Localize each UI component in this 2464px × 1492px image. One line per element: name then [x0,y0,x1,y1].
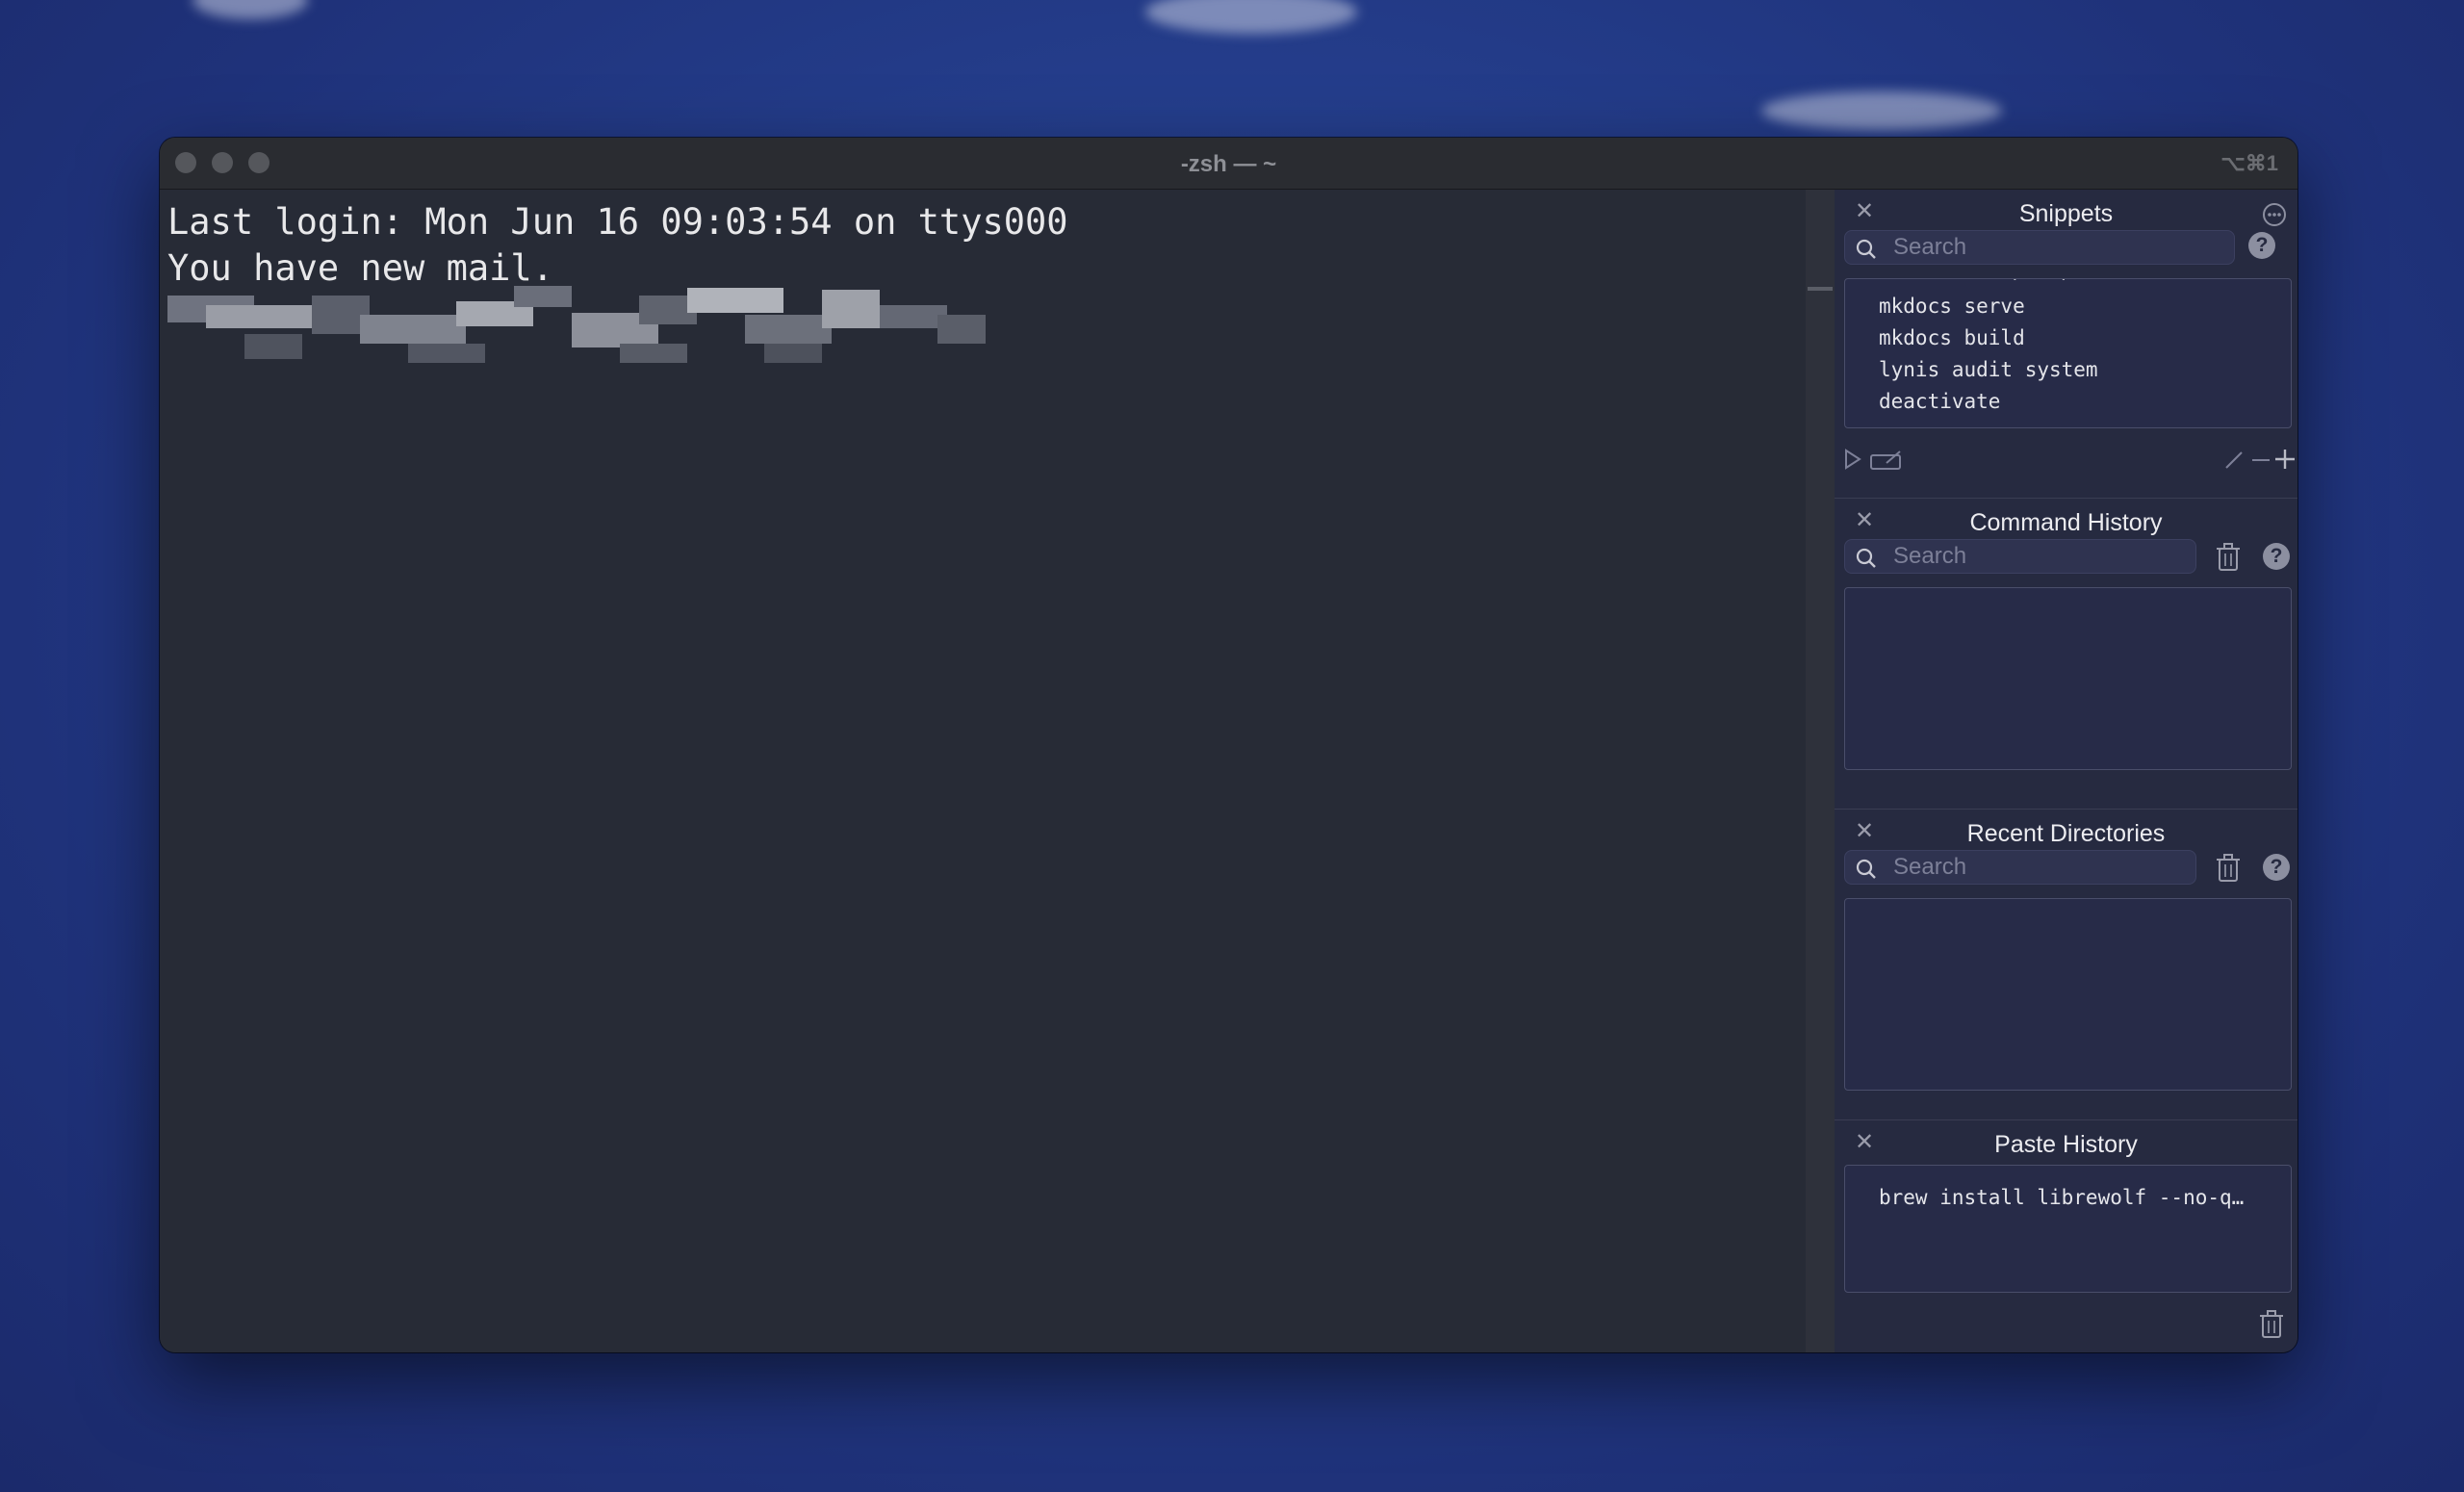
command-history-search-input[interactable] [1893,542,2163,571]
help-icon[interactable]: ? [2263,854,2290,881]
help-icon[interactable]: ? [2263,543,2290,570]
toolbelt-sidebar: ✕ Snippets ? source venv/bin/activate mk… [1835,190,2297,1352]
recent-directories-search-input[interactable] [1893,853,2163,882]
snippets-list[interactable]: source venv/bin/activate mkdocs serve mk… [1844,278,2292,428]
list-item[interactable]: mkdocs serve [1845,291,2291,322]
minus-icon[interactable] [2250,450,2272,471]
desktop-cloud [1145,0,1357,34]
command-history-title: Command History [1969,509,2163,536]
list-item[interactable]: deactivate [1845,386,2291,418]
terminal-line: Last login: Mon Jun 16 09:03:54 on ttys0… [167,201,1068,243]
help-icon[interactable]: ? [2248,232,2275,259]
recent-directories-search[interactable] [1844,850,2196,885]
ellipsis-menu-icon[interactable] [2261,201,2288,228]
paste-history-list[interactable]: brew install librewolf --no-q… [1844,1165,2292,1293]
plus-icon[interactable] [2273,448,2297,471]
desktop-cloud [192,0,308,19]
trash-icon[interactable] [2259,1310,2284,1339]
redacted-prompt [167,286,986,373]
snippets-search[interactable] [1844,230,2235,265]
search-icon [1856,239,1876,259]
command-history-list[interactable] [1844,587,2292,770]
trash-icon[interactable] [2216,543,2241,572]
edit-icon[interactable] [2223,450,2245,471]
scroll-indicator [1808,287,1833,291]
command-history-search[interactable] [1844,539,2196,574]
command-history-panel: ✕ Command History ? [1835,499,2297,810]
snippets-title: Snippets [2018,200,2114,227]
desktop-cloud [1761,91,2002,130]
search-icon [1856,859,1876,879]
play-icon[interactable] [1842,448,1863,471]
list-item[interactable]: lynis audit system [1845,354,2291,386]
window-title: -zsh — ~ [1180,151,1277,177]
paste-history-panel: ✕ Paste History brew install librewolf -… [1835,1120,2297,1352]
recent-directories-title: Recent Directories [1966,820,2166,847]
window-shortcut: ⌥⌘1 [2220,151,2278,175]
search-icon [1856,548,1876,568]
trash-icon[interactable] [2216,854,2241,883]
sidebar-divider[interactable] [1806,190,1835,1352]
recent-directories-list[interactable] [1844,898,2292,1091]
paste-history-title: Paste History [1994,1131,2138,1158]
list-item[interactable]: brew install librewolf --no-q… [1845,1182,2291,1214]
terminal-window: -zsh — ~ ⌥⌘1 Last login: Mon Jun 16 09:0… [160,138,2297,1352]
list-item[interactable]: mkdocs build [1845,322,2291,354]
terminal-line: You have new mail. [167,247,553,289]
list-item[interactable]: source venv/bin/activate [1845,279,2291,291]
title-bar[interactable]: -zsh — ~ ⌥⌘1 [160,138,2297,190]
snippets-panel: ✕ Snippets ? source venv/bin/activate mk… [1835,190,2297,499]
recent-directories-panel: ✕ Recent Directories ? [1835,810,2297,1120]
edit-icon[interactable] [1869,450,1904,471]
list-item[interactable]: source venv/bin/activate [1845,418,2291,427]
terminal-output[interactable]: Last login: Mon Jun 16 09:03:54 on ttys0… [160,190,1806,1352]
snippets-search-input[interactable] [1893,233,2182,262]
